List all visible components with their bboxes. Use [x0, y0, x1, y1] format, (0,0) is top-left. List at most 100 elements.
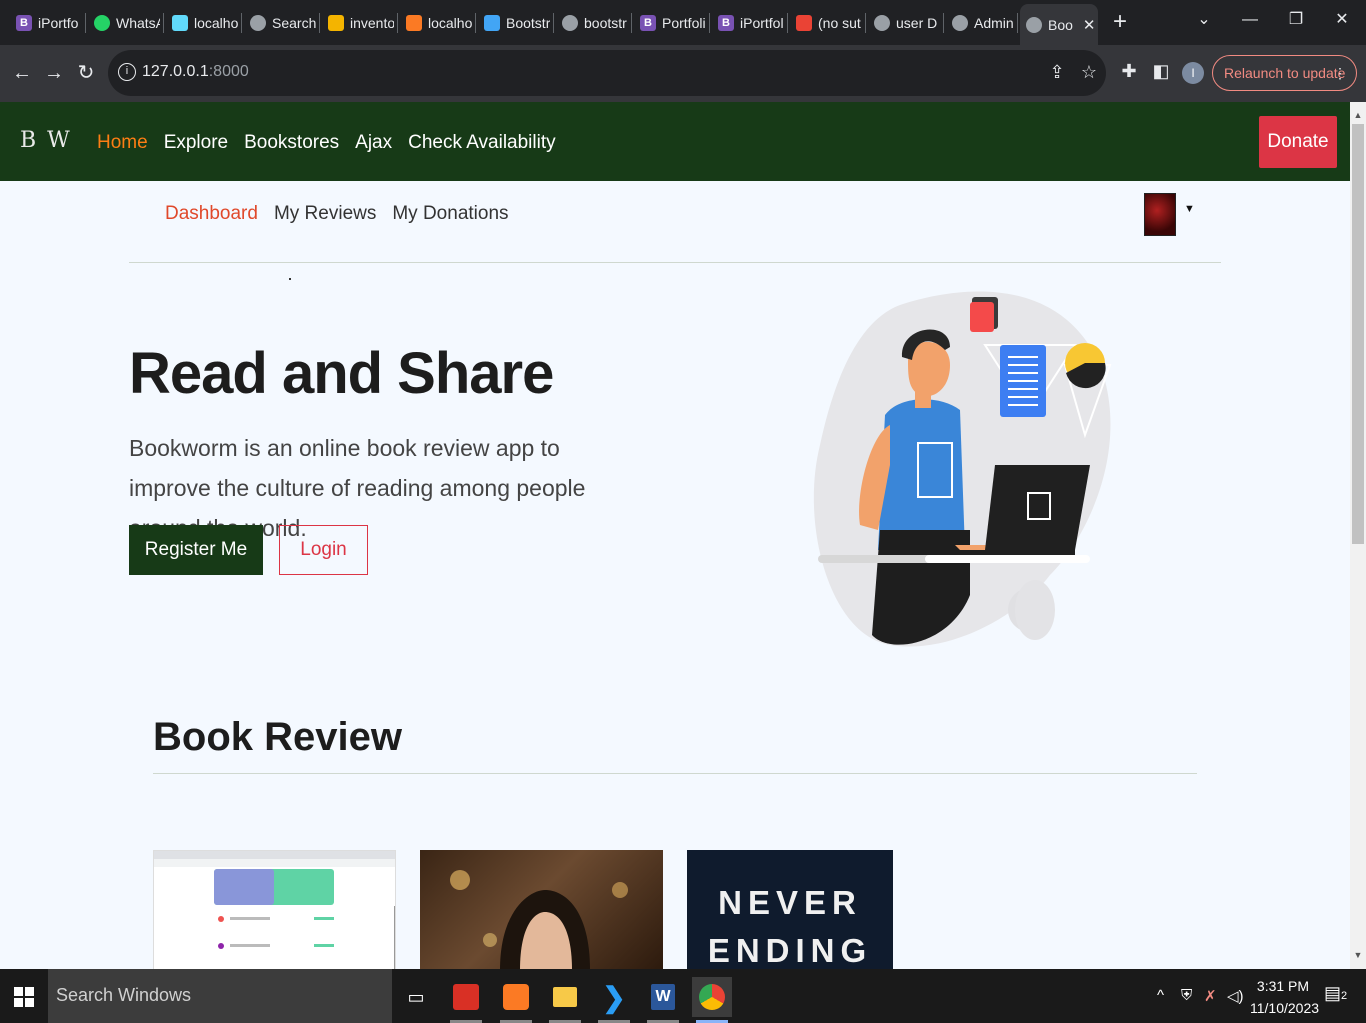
browser-tab[interactable]: localho	[166, 8, 238, 38]
drive-icon	[328, 15, 344, 31]
review-card-image[interactable]: NEVER ENDING	[687, 850, 893, 970]
close-window-button[interactable]: ✕	[1328, 6, 1356, 34]
clock-time: 3:31 PM	[1256, 978, 1310, 994]
tab-label: invento	[350, 15, 394, 31]
tab-label: WhatsA	[116, 15, 160, 31]
back-button[interactable]: ←	[8, 59, 36, 87]
browser-tab[interactable]: user D	[868, 8, 940, 38]
volume-tray-icon[interactable]: ◁)	[1227, 987, 1244, 1005]
chrome-app-icon[interactable]	[692, 977, 732, 1023]
scroll-down-icon[interactable]: ▼	[1350, 950, 1366, 960]
close-tab-icon[interactable]: ✕	[1083, 16, 1096, 34]
network-tray-icon[interactable]: ✗	[1204, 987, 1217, 1005]
tray-expand-icon[interactable]: ^	[1157, 987, 1164, 1004]
review-card-image[interactable]	[153, 850, 396, 970]
divider	[129, 262, 1221, 263]
tab-separator	[319, 13, 320, 33]
site-info-icon[interactable]: i	[118, 63, 136, 81]
taskbar-search-input[interactable]: Search Windows	[48, 969, 392, 1023]
tab-separator	[631, 13, 632, 33]
nav-check-availability[interactable]: Check Availability	[408, 132, 556, 154]
file-explorer-icon[interactable]	[545, 977, 585, 1023]
reload-button[interactable]: ↻	[72, 59, 100, 87]
browser-tab[interactable]: WhatsA	[88, 8, 160, 38]
url-text[interactable]: 127.0.0.1:8000	[142, 63, 249, 81]
menu-dots-icon[interactable]: ⋮	[1333, 56, 1347, 90]
subnav-my-reviews[interactable]: My Reviews	[274, 203, 376, 225]
browser-tab[interactable]: invento	[322, 8, 394, 38]
address-bar[interactable]: i 127.0.0.1:8000 ⇪ ☆	[108, 50, 1106, 96]
tab-separator	[553, 13, 554, 33]
relaunch-button[interactable]: Relaunch to update ⋮	[1212, 55, 1357, 91]
tab-separator	[163, 13, 164, 33]
subnav-my-donations[interactable]: My Donations	[392, 203, 508, 225]
nav-home[interactable]: Home	[97, 132, 148, 154]
browser-tab[interactable]: BiPortfol	[712, 8, 784, 38]
nav-bookstores[interactable]: Bookstores	[244, 132, 339, 154]
tab-separator	[1017, 13, 1018, 33]
browser-tab[interactable]: localho	[400, 8, 472, 38]
book-cover-title: ENDING	[707, 932, 873, 969]
notification-center-icon[interactable]: ▤2	[1324, 983, 1347, 1004]
browser-tab[interactable]: Boo ✕	[1020, 4, 1098, 45]
globe-icon	[1026, 16, 1042, 33]
clock-date: 11/10/2023	[1250, 1000, 1320, 1016]
taskbar-clock[interactable]: 3:31 PM 11/10/2023	[1250, 975, 1320, 1019]
xampp-app-icon[interactable]	[496, 977, 536, 1023]
book-cover-title: NEVER	[718, 884, 862, 921]
extensions-icon[interactable]: ✚	[1118, 61, 1140, 82]
nav-ajax[interactable]: Ajax	[355, 132, 392, 154]
vscode-app-icon[interactable]: ❯	[594, 977, 634, 1023]
profile-avatar[interactable]: I	[1182, 62, 1204, 84]
divider-dot	[289, 278, 291, 280]
browser-tab[interactable]: BiPortfo	[10, 8, 82, 38]
browser-tab-strip: BiPortfo WhatsA localho Search invento localh…	[0, 0, 1366, 45]
scroll-up-icon[interactable]: ▲	[1350, 110, 1366, 120]
filezilla-app-icon[interactable]	[446, 977, 486, 1023]
forward-button[interactable]: →	[40, 59, 68, 87]
tab-label: iPortfo	[38, 15, 79, 31]
reading-person-illustration	[813, 291, 1112, 647]
login-button[interactable]: Login	[279, 525, 368, 575]
word-app-icon[interactable]: W	[643, 977, 683, 1023]
bootstrap-icon: B	[640, 15, 656, 31]
new-tab-button[interactable]: +	[1108, 8, 1132, 36]
browser-tab[interactable]: bootstr	[556, 8, 628, 38]
bootstrap-icon: B	[16, 15, 32, 31]
donate-button[interactable]: Donate	[1259, 116, 1337, 168]
browser-tab[interactable]: Search	[244, 8, 316, 38]
security-tray-icon[interactable]: ⛨	[1181, 987, 1192, 1004]
divider	[153, 773, 1197, 774]
bookmark-star-icon[interactable]: ☆	[1078, 62, 1100, 83]
windows-start-icon[interactable]	[14, 987, 34, 1007]
subnav-dashboard[interactable]: Dashboard	[165, 203, 258, 225]
nav-explore[interactable]: Explore	[164, 132, 228, 154]
caret-down-icon[interactable]: ▼	[1184, 203, 1195, 215]
tab-label: localho	[428, 15, 472, 31]
browser-tab[interactable]: (no sut	[790, 8, 862, 38]
wallet-app-screenshot-image	[154, 851, 395, 969]
review-card-image[interactable]	[420, 850, 663, 970]
browser-tab[interactable]: Admin	[946, 8, 1014, 38]
tab-label: localho	[194, 15, 238, 31]
tab-search-icon[interactable]: ⌄	[1190, 6, 1218, 34]
whatsapp-icon	[94, 15, 110, 31]
minimize-button[interactable]: —	[1236, 6, 1264, 34]
task-view-icon[interactable]: ▭	[396, 977, 436, 1017]
browser-tab[interactable]: B Portfoli	[634, 8, 706, 38]
site-logo[interactable]: B W	[20, 128, 72, 153]
register-button[interactable]: Register Me	[129, 525, 263, 575]
react-icon	[172, 15, 188, 31]
page-scrollbar[interactable]: ▲ ▼	[1350, 102, 1366, 969]
browser-tab[interactable]: Bootstr	[478, 8, 550, 38]
scroll-thumb[interactable]	[1352, 124, 1364, 544]
xampp-icon	[406, 15, 422, 31]
tab-label: bootstr	[584, 15, 627, 31]
tab-label: Bootstr	[506, 15, 550, 31]
user-avatar[interactable]	[1144, 193, 1176, 236]
gmail-icon	[796, 15, 812, 31]
hero-title: Read and Share	[129, 341, 554, 406]
restore-button[interactable]: ❐	[1282, 6, 1310, 34]
side-panel-icon[interactable]: ◧	[1150, 61, 1172, 82]
share-icon[interactable]: ⇪	[1046, 62, 1068, 83]
